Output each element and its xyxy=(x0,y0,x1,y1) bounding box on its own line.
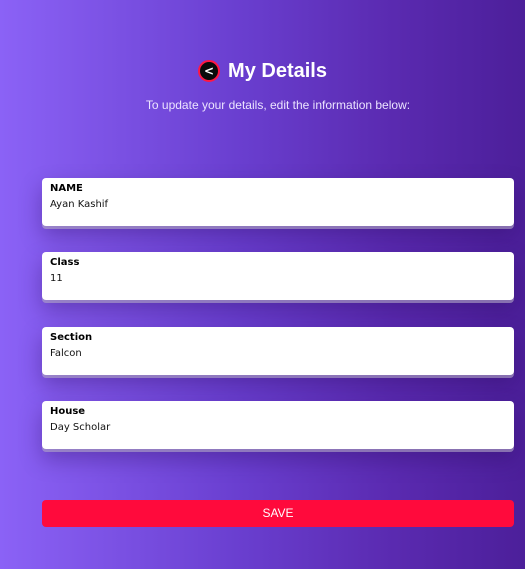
save-button[interactable]: SAVE xyxy=(42,500,514,527)
back-arrow-icon[interactable]: < xyxy=(198,60,221,82)
name-input[interactable] xyxy=(50,199,500,210)
name-field-label: NAME xyxy=(50,183,83,194)
house-field[interactable]: House xyxy=(42,401,514,449)
section-input[interactable] xyxy=(50,348,500,359)
page-title: My Details xyxy=(228,59,327,82)
house-field-label: House xyxy=(50,406,86,417)
house-input[interactable] xyxy=(50,422,500,433)
section-field[interactable]: Section xyxy=(42,327,514,375)
class-input[interactable] xyxy=(50,273,500,284)
page-subtitle: To update your details, edit the informa… xyxy=(145,98,411,112)
name-field[interactable]: NAME xyxy=(42,178,514,226)
section-field-label: Section xyxy=(50,332,93,343)
class-field[interactable]: Class xyxy=(42,252,514,300)
class-field-label: Class xyxy=(50,257,80,268)
page-header: < My Details xyxy=(0,57,525,85)
